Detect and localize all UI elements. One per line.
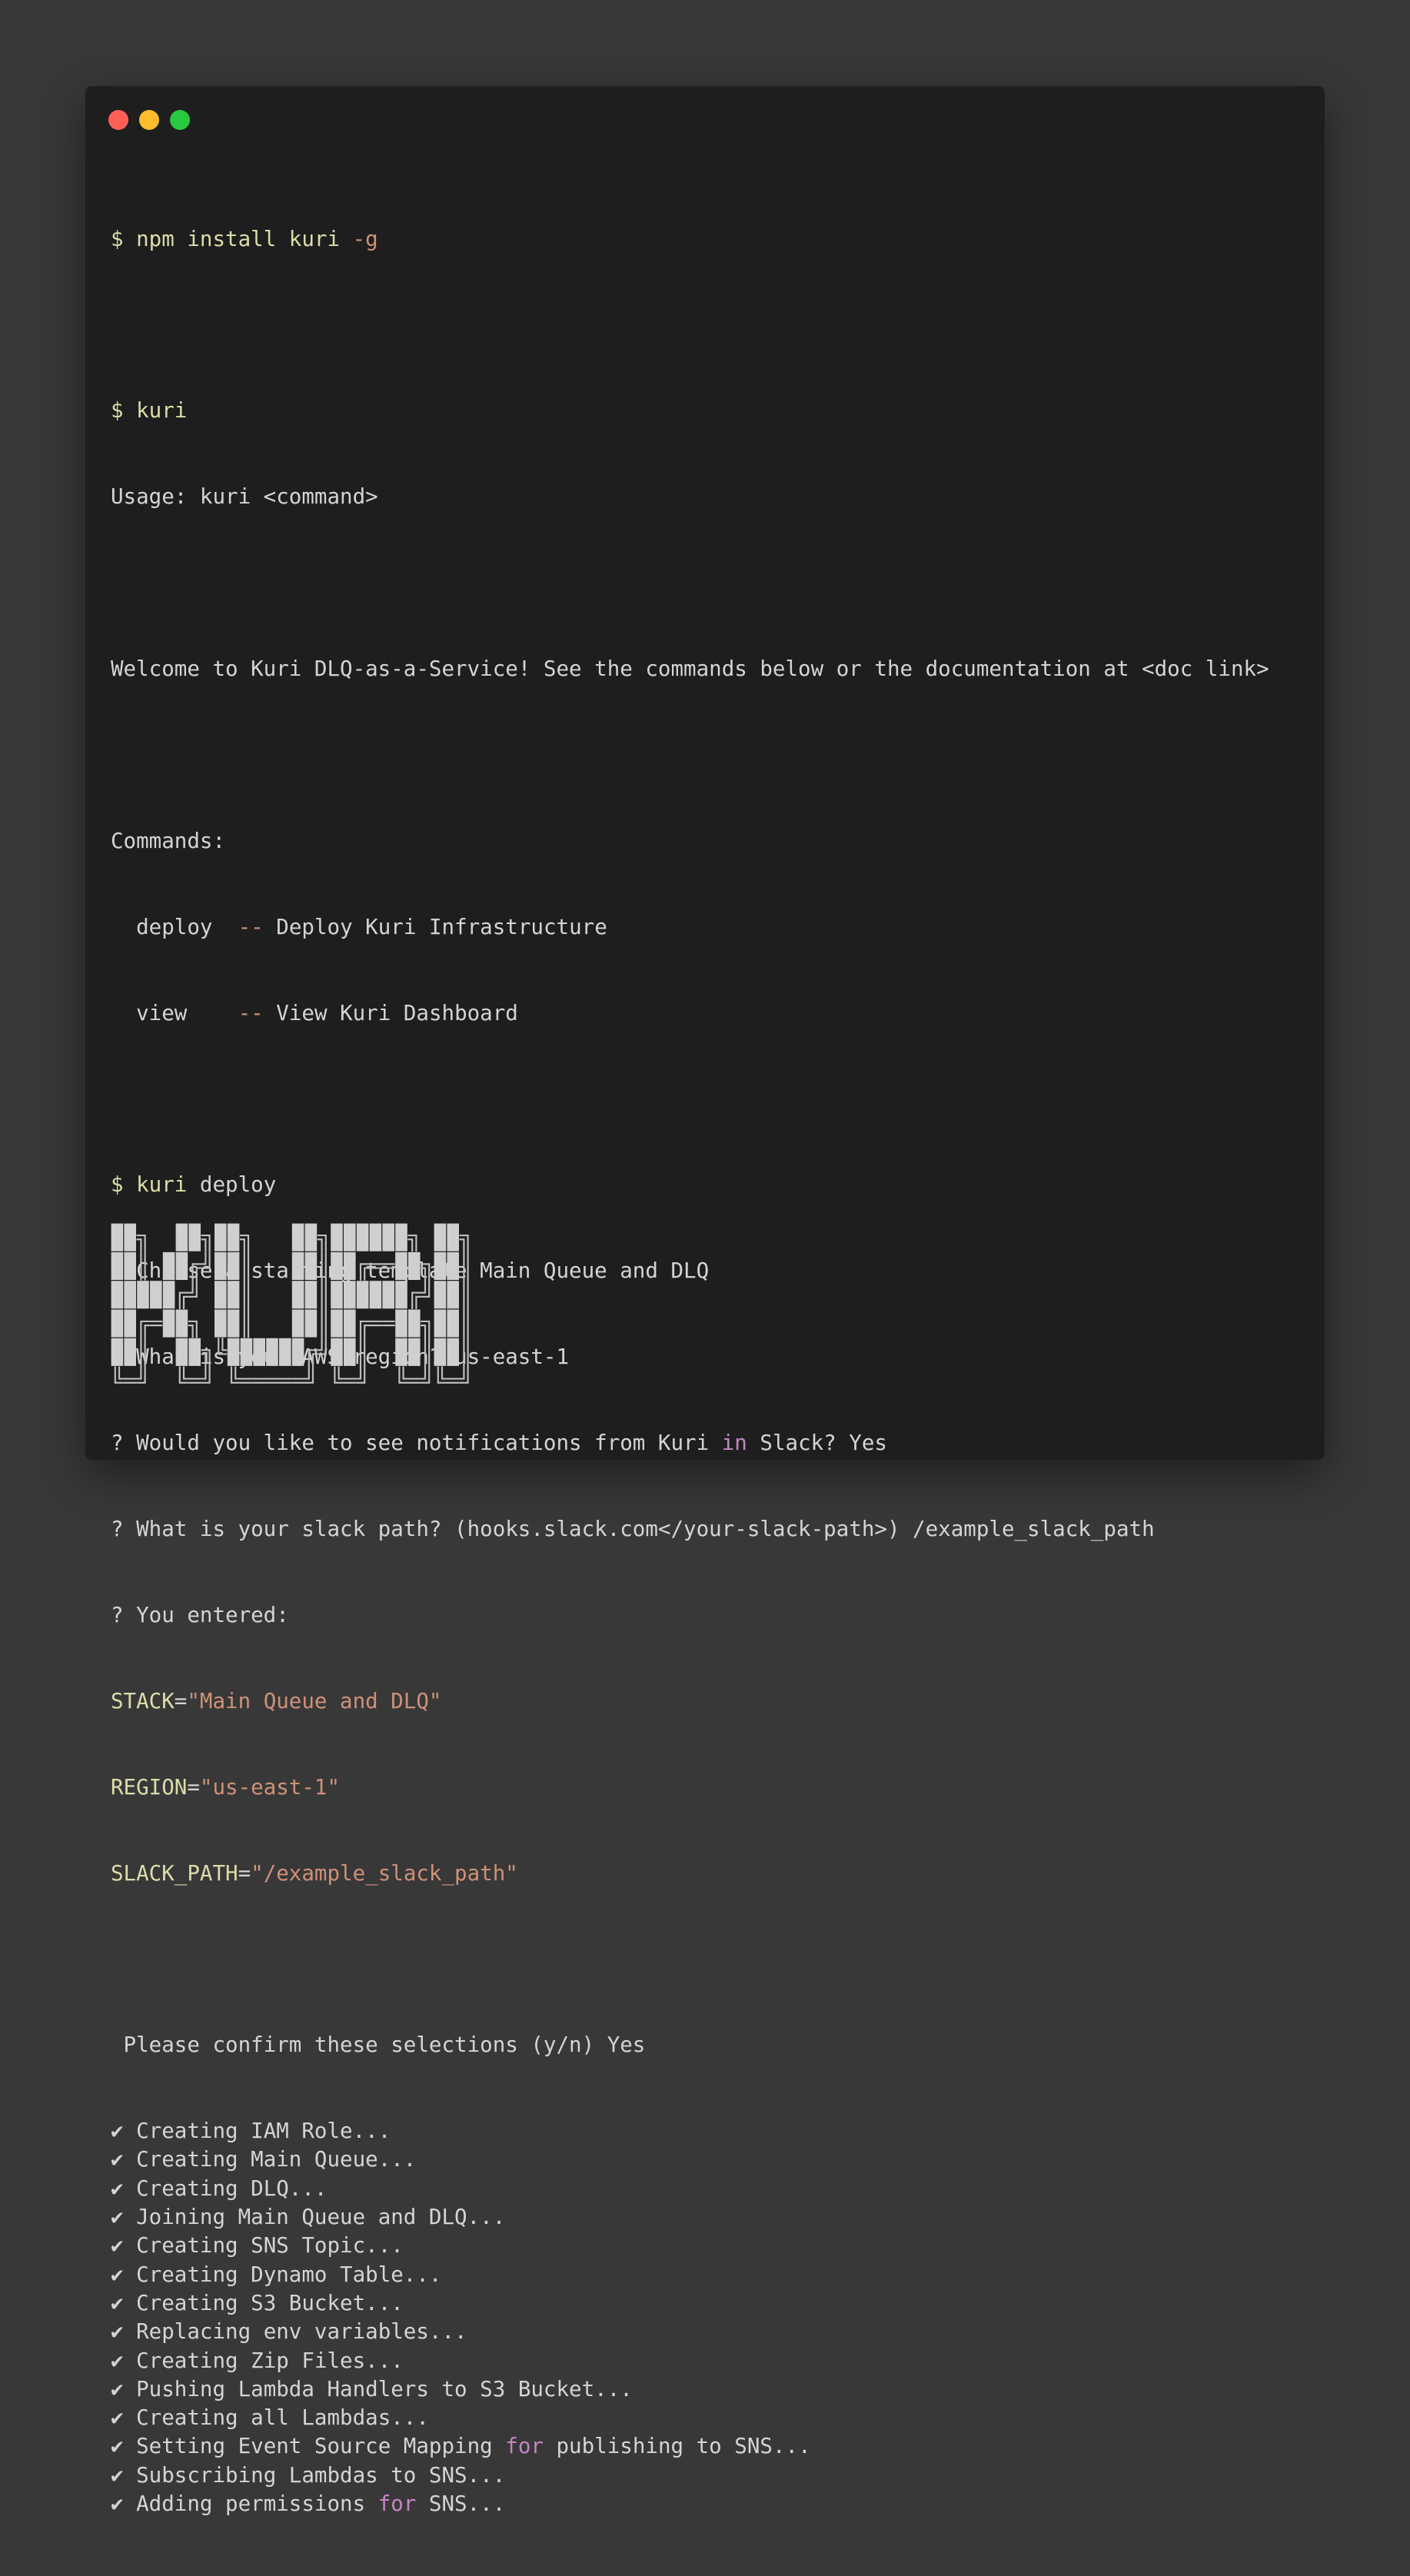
command-view: view -- View Kuri Dashboard [111, 999, 1310, 1028]
progress-steps: ✔ Creating IAM Role... ✔ Creating Main Qu… [111, 2117, 1310, 2518]
step-text-tail: publishing to SNS... [543, 2434, 811, 2459]
command-name: view [136, 1000, 188, 1025]
confirm-line: Please confirm these selections (y/n) Ye… [111, 2033, 646, 2058]
terminal-window: $ npm install kuri -g $ kuri Usage: kuri… [85, 86, 1325, 2516]
prompt-symbol: $ [111, 1172, 124, 1198]
step-text: Creating Main Queue... [136, 2147, 417, 2172]
progress-step: ✔ Setting Event Source Mapping for publi… [111, 2432, 1310, 2461]
step-text: Replacing env variables... [136, 2319, 467, 2345]
step-text: Pushing Lambda Handlers to S3 Bucket... [136, 2376, 633, 2401]
env-key: SLACK_PATH [111, 1860, 238, 1886]
check-icon: ✔ [111, 2119, 124, 2144]
command-description: View Kuri Dashboard [276, 1000, 518, 1025]
keyword-for: for [377, 2491, 417, 2517]
install-command: npm install kuri [136, 226, 341, 251]
step-text: Creating Dynamo Table... [136, 2262, 442, 2287]
prompt-symbol: $ [111, 398, 124, 424]
install-flag: -g [352, 226, 378, 251]
step-text: Creating S3 Bucket... [136, 2290, 404, 2315]
env-value: "us-east-1" [199, 1774, 341, 1800]
step-text: Joining Main Queue and DLQ... [136, 2205, 506, 2230]
step-text: Creating all Lambdas... [136, 2405, 429, 2431]
progress-step: ✔ Pushing Lambda Handlers to S3 Bucket..… [111, 2375, 1310, 2404]
progress-step: ✔ Creating Zip Files... [111, 2347, 1310, 2375]
env-value: "Main Queue and DLQ" [187, 1688, 442, 1713]
progress-step: ✔ Creating Dynamo Table... [111, 2261, 1310, 2289]
commands-header: Commands: [111, 828, 226, 853]
step-text: Creating Zip Files... [136, 2348, 404, 2373]
check-icon: ✔ [111, 2434, 124, 2459]
step-text-tail: SNS... [416, 2491, 506, 2517]
kuri-command: kuri [136, 398, 188, 424]
progress-step: ✔ Creating Main Queue... [111, 2146, 1310, 2174]
keyword-for: for [505, 2434, 544, 2459]
step-text: Subscribing Lambdas to SNS... [136, 2462, 506, 2488]
env-stack: STACK="Main Queue and DLQ" [111, 1688, 442, 1713]
check-icon: ✔ [111, 2348, 124, 2373]
check-icon: ✔ [111, 2491, 124, 2517]
command-padding [212, 915, 238, 939]
progress-step: ✔ Creating all Lambdas... [111, 2404, 1310, 2432]
question-answer: Slack? Yes [747, 1431, 887, 1456]
question-text: ? Would you like to see notifications fr… [111, 1431, 722, 1456]
command-deploy: deploy -- Deploy Kuri Infrastructure [111, 913, 1310, 942]
progress-step: ✔ Replacing env variables... [111, 2318, 1310, 2346]
kuri-line: $ kuri [111, 397, 1310, 425]
check-icon: ✔ [111, 2405, 124, 2431]
progress-step: ✔ Creating S3 Bucket... [111, 2289, 1310, 2318]
deploy-line: $ kuri deploy [111, 1171, 1310, 1199]
kuri-ascii-logo [111, 1223, 469, 1384]
minimize-button[interactable] [139, 110, 159, 130]
deploy-arg: deploy [199, 1172, 277, 1198]
question-slack-path: ? What is your slack path? (hooks.slack.… [111, 1516, 1155, 1541]
progress-step: ✔ Creating DLQ... [111, 2175, 1310, 2203]
check-icon: ✔ [111, 2147, 124, 2172]
check-icon: ✔ [111, 2205, 124, 2230]
check-icon: ✔ [111, 2319, 124, 2345]
progress-step: ✔ Adding permissions for SNS... [111, 2490, 1310, 2518]
step-text: Adding permissions [136, 2491, 378, 2517]
command-name: deploy [136, 914, 213, 939]
maximize-button[interactable] [170, 110, 190, 130]
command-padding [187, 1001, 238, 1025]
step-text: Creating SNS Topic... [136, 2233, 404, 2259]
close-button[interactable] [108, 110, 128, 130]
check-icon: ✔ [111, 2262, 124, 2287]
check-icon: ✔ [111, 2376, 124, 2401]
check-icon: ✔ [111, 2175, 124, 2201]
progress-step: ✔ Creating IAM Role... [111, 2117, 1310, 2146]
progress-step: ✔ Creating SNS Topic... [111, 2232, 1310, 2260]
progress-step: ✔ Joining Main Queue and DLQ... [111, 2203, 1310, 2232]
env-key: STACK [111, 1688, 175, 1713]
env-value: "/example_slack_path" [251, 1860, 518, 1886]
progress-step: ✔ Subscribing Lambdas to SNS... [111, 2461, 1310, 2490]
question-slack: ? Would you like to see notifications fr… [111, 1429, 1310, 1458]
env-region: REGION="us-east-1" [111, 1774, 341, 1800]
install-line: $ npm install kuri -g [111, 225, 1310, 254]
check-icon: ✔ [111, 2233, 124, 2259]
window-controls [108, 110, 190, 130]
prompt-symbol: $ [111, 226, 124, 251]
command-separator: -- [238, 914, 264, 939]
step-text: Creating DLQ... [136, 2175, 328, 2201]
deploy-command: kuri [136, 1172, 188, 1198]
step-text: Setting Event Source Mapping [136, 2434, 506, 2459]
check-icon: ✔ [111, 2462, 124, 2488]
command-separator: -- [238, 1000, 264, 1025]
welcome-line: Welcome to Kuri DLQ-as-a-Service! See th… [111, 656, 1269, 682]
step-text: Creating IAM Role... [136, 2119, 391, 2144]
env-slack-path: SLACK_PATH="/example_slack_path" [111, 1860, 518, 1886]
check-icon: ✔ [111, 2290, 124, 2315]
question-entered: ? You entered: [111, 1602, 289, 1627]
usage-line: Usage: kuri <command> [111, 484, 378, 510]
keyword-in: in [721, 1431, 747, 1456]
command-description: Deploy Kuri Infrastructure [276, 914, 607, 939]
env-key: REGION [111, 1774, 188, 1800]
